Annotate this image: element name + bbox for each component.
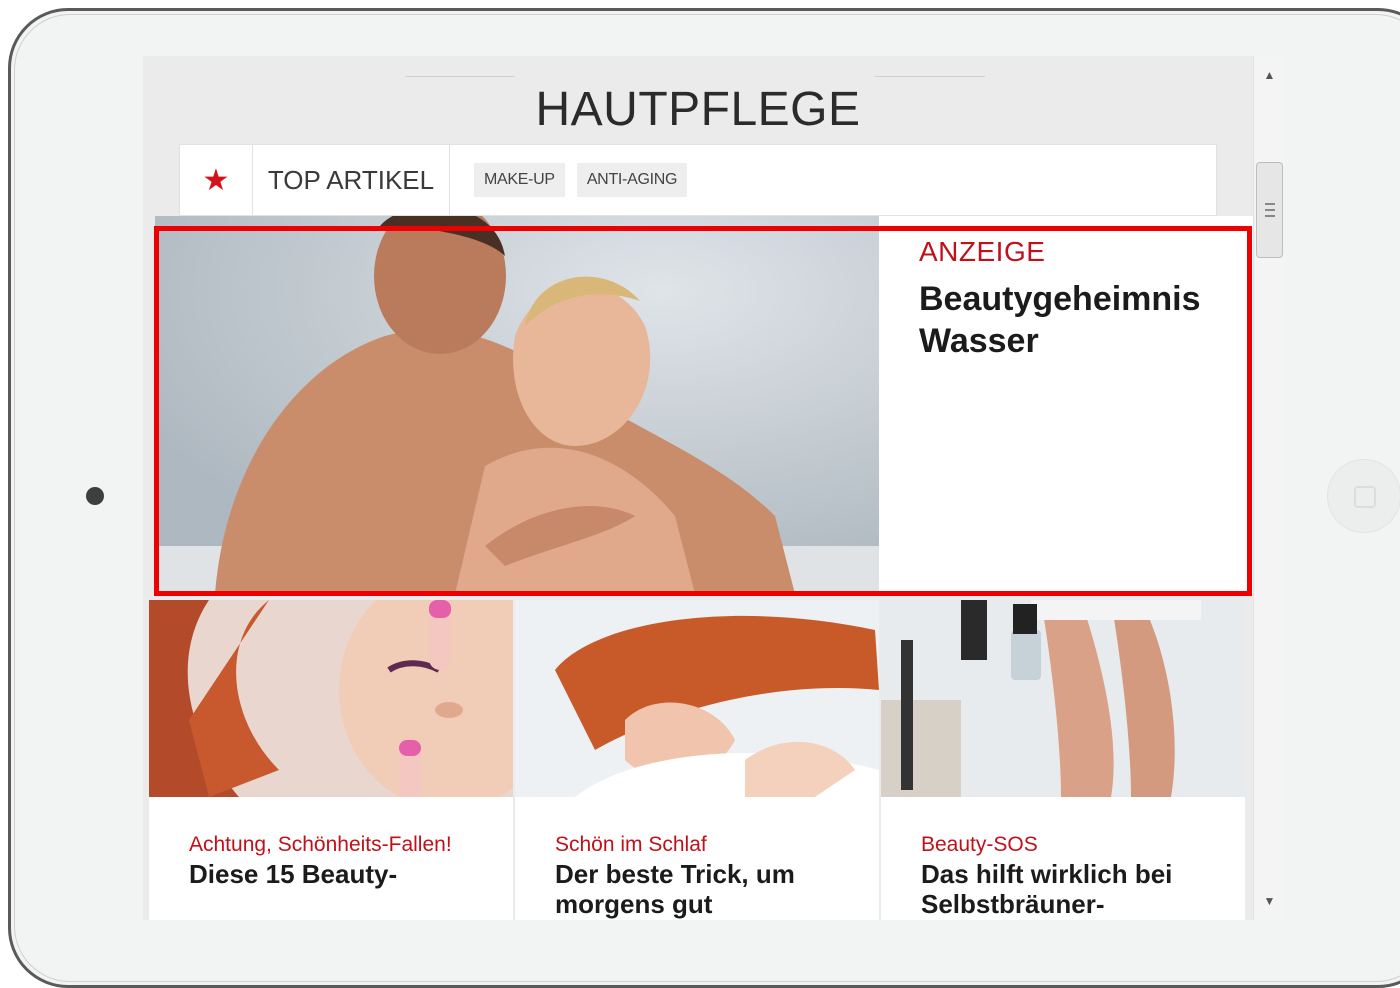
home-button[interactable] (1327, 459, 1400, 533)
page-header: HAUTPFLEGE (143, 56, 1253, 146)
ad-label: ANZEIGE (919, 236, 1046, 267)
card-title[interactable]: Das hilft wirklich bei Selbstbräuner- (921, 859, 1225, 919)
featured-ad-text: ANZEIGE Beautygeheimnis Wasser (919, 236, 1249, 362)
page-title: HAUTPFLEGE (535, 83, 861, 137)
card-body: Beauty-SOS Das hilft wirklich bei Selbst… (921, 830, 1225, 919)
article-image[interactable] (149, 600, 513, 797)
card-kicker: Beauty-SOS (921, 833, 1038, 856)
card-title[interactable]: Der beste Trick, um morgens gut (555, 859, 859, 919)
card-kicker: Achtung, Schönheits-Fallen! (189, 833, 452, 856)
featured-ad-title[interactable]: Beautygeheimnis Wasser (919, 278, 1249, 362)
camera-icon (86, 487, 104, 505)
card-body: Schön im Schlaf Der beste Trick, um morg… (555, 830, 859, 919)
card-body: Achtung, Schönheits-Fallen! Diese 15 Bea… (189, 830, 493, 889)
tab-make-up[interactable]: MAKE-UP (474, 163, 565, 197)
article-image[interactable] (515, 600, 879, 797)
article-image[interactable] (881, 600, 1245, 797)
scroll-up-arrow-icon[interactable]: ▲ (1254, 60, 1285, 90)
featured-ad[interactable]: ANZEIGE Beautygeheimnis Wasser (155, 216, 1255, 594)
title-rule-left (405, 76, 515, 77)
article-cards: Achtung, Schönheits-Fallen! Diese 15 Bea… (149, 600, 1245, 920)
grip-icon (1264, 203, 1275, 217)
category-tabbar: ★ TOP ARTIKEL MAKE-UP ANTI-AGING (179, 144, 1217, 216)
favorites-star-icon[interactable]: ★ (180, 145, 253, 215)
card-kicker: Schön im Schlaf (555, 833, 707, 856)
card-title[interactable]: Diese 15 Beauty- (189, 859, 493, 889)
browser-screen: HAUTPFLEGE ★ TOP ARTIKEL MAKE-UP ANTI-AG… (143, 56, 1285, 920)
scroll-down-arrow-icon[interactable]: ▼ (1254, 886, 1285, 916)
tab-anti-aging[interactable]: ANTI-AGING (576, 163, 688, 197)
scrollbar-thumb[interactable] (1256, 162, 1283, 258)
article-card[interactable]: Beauty-SOS Das hilft wirklich bei Selbst… (881, 600, 1245, 920)
article-card[interactable]: Achtung, Schönheits-Fallen! Diese 15 Bea… (149, 600, 513, 920)
title-rule-right (875, 76, 985, 77)
featured-ad-image[interactable] (155, 216, 879, 594)
tab-top-artikel[interactable]: TOP ARTIKEL (253, 145, 450, 215)
vertical-scrollbar[interactable]: ▲ ▼ (1253, 56, 1285, 920)
article-card[interactable]: Schön im Schlaf Der beste Trick, um morg… (515, 600, 879, 920)
